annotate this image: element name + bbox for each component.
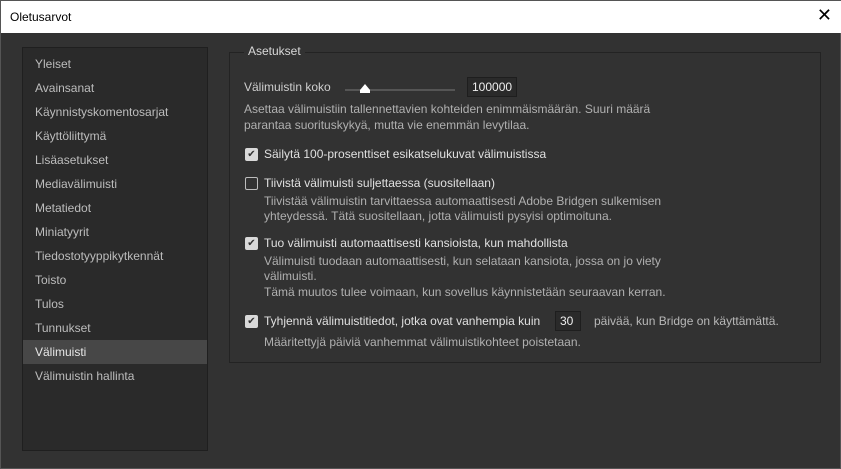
title-bar: Oletusarvot ✕ bbox=[1, 1, 841, 33]
sidebar-item-kayttoliittyma[interactable]: Käyttöliittymä bbox=[23, 124, 207, 148]
close-icon[interactable]: ✕ bbox=[817, 5, 832, 26]
compact-desc-2: yhteydessä. Tätä suositellaan, jotta väl… bbox=[264, 209, 612, 223]
compact-desc-1: Tiivistää välimuistin tarvittaessa autom… bbox=[264, 194, 662, 208]
purge-label[interactable]: Tyhjennä välimuistitiedot, jotka ovat va… bbox=[264, 314, 540, 328]
sidebar-item-tulos[interactable]: Tulos bbox=[23, 292, 207, 316]
sidebar-item-valimuistin-hallinta[interactable]: Välimuistin hallinta bbox=[23, 364, 207, 388]
slider-thumb-base[interactable] bbox=[360, 90, 370, 93]
sidebar-item-tiedostotyyppikytkennat[interactable]: Tiedostotyyppikytkennät bbox=[23, 244, 207, 268]
purge-desc: Määritettyjä päiviä vanhemmat välimuisti… bbox=[264, 335, 581, 349]
auto-export-checkbox[interactable]: ✔ bbox=[245, 237, 258, 250]
sidebar-item-avainsanat[interactable]: Avainsanat bbox=[23, 76, 207, 100]
auto-export-desc-2: välimuisti. bbox=[264, 269, 317, 283]
auto-export-desc-3: Tämä muutos tulee voimaan, kun sovellus … bbox=[264, 285, 666, 299]
cache-size-input[interactable]: 100000 bbox=[467, 77, 517, 97]
sidebar-item-metatiedot[interactable]: Metatiedot bbox=[23, 196, 207, 220]
group-legend: Asetukset bbox=[244, 44, 305, 58]
sidebar-item-toisto[interactable]: Toisto bbox=[23, 268, 207, 292]
sidebar-item-tunnukset[interactable]: Tunnukset bbox=[23, 316, 207, 340]
cache-size-desc-1: Asettaa välimuistiin tallennettavien koh… bbox=[244, 102, 651, 116]
sidebar-item-miniatyyrit[interactable]: Miniatyyrit bbox=[23, 220, 207, 244]
sidebar-item-mediavalimuisti[interactable]: Mediavälimuisti bbox=[23, 172, 207, 196]
keep-previews-checkbox[interactable]: ✔ bbox=[245, 148, 258, 161]
sidebar-item-kaynnistyskomentosarjat[interactable]: Käynnistyskomentosarjat bbox=[23, 100, 207, 124]
sidebar-item-valimuisti[interactable]: Välimuisti bbox=[23, 340, 207, 364]
sidebar-item-lisaasetukset[interactable]: Lisäasetukset bbox=[23, 148, 207, 172]
window-title: Oletusarvot bbox=[10, 10, 72, 24]
keep-previews-label[interactable]: Säilytä 100-prosenttiset esikatselukuvat… bbox=[264, 147, 546, 161]
sidebar-item-yleiset[interactable]: Yleiset bbox=[23, 52, 207, 76]
cache-size-desc-2: parantaa suorituskykyä, mutta vie enemmä… bbox=[244, 118, 530, 132]
sidebar: Yleiset Avainsanat Käynnistyskomentosarj… bbox=[22, 47, 208, 451]
compact-checkbox[interactable] bbox=[245, 177, 258, 190]
cache-size-label: Välimuistin koko bbox=[244, 80, 331, 94]
compact-label[interactable]: Tiivistä välimuisti suljettaessa (suosit… bbox=[264, 176, 495, 190]
auto-export-label[interactable]: Tuo välimuisti automaattisesti kansioist… bbox=[264, 236, 568, 250]
auto-export-desc-1: Välimuisti tuodaan automaattisesti, kun … bbox=[264, 254, 661, 268]
purge-checkbox[interactable]: ✔ bbox=[245, 315, 258, 328]
purge-suffix: päivää, kun Bridge on käyttämättä. bbox=[594, 314, 779, 328]
settings-group: Asetukset Välimuistin koko 100000 Asetta… bbox=[229, 44, 821, 363]
purge-days-input[interactable]: 30 bbox=[555, 311, 581, 331]
